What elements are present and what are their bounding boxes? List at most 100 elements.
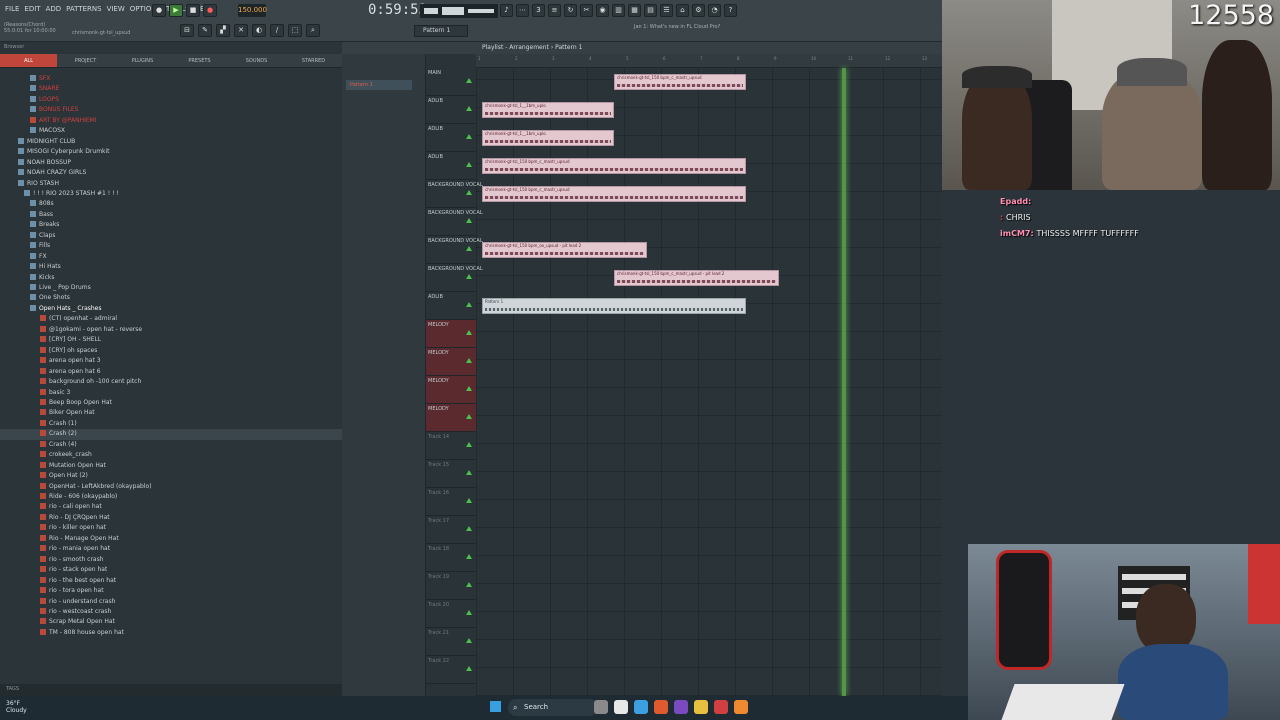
- track-mute-icon[interactable]: [466, 190, 472, 195]
- browser-item[interactable]: Claps: [30, 231, 55, 241]
- track-header[interactable]: ADLIB: [426, 152, 476, 180]
- track-mute-icon[interactable]: [466, 274, 472, 279]
- zoom-icon[interactable]: ⌕: [306, 24, 320, 37]
- browser-tab-project[interactable]: PROJECT: [57, 54, 114, 67]
- browser-item[interactable]: BONUS FILES: [30, 105, 79, 115]
- fl-studio-icon[interactable]: [734, 700, 748, 714]
- track-header[interactable]: Track 15: [426, 460, 476, 488]
- track-header[interactable]: ADLIB: [426, 124, 476, 152]
- browser-item[interactable]: MACOSX: [30, 126, 65, 136]
- stop-button[interactable]: ■: [186, 4, 200, 17]
- track-header[interactable]: BACKGROUND VOCAL: [426, 208, 483, 236]
- browser-item[interactable]: MISOGI Cyberpunk Drumkit: [18, 147, 110, 157]
- metronome-icon[interactable]: ♪: [500, 4, 513, 17]
- track-mute-icon[interactable]: [466, 470, 472, 475]
- audio-clip[interactable]: chrismonk-gt-tsl_150 bpm_c_mastr_upsud: [482, 186, 746, 202]
- browser-item[interactable]: ART BY @PANHIEMI: [30, 116, 97, 126]
- browser-item[interactable]: arena open hat 6: [40, 367, 101, 377]
- track-header[interactable]: Track 20: [426, 600, 476, 628]
- track-mute-icon[interactable]: [466, 162, 472, 167]
- mixer-icon[interactable]: ▥: [612, 4, 625, 17]
- track-header[interactable]: BACKGROUND VOCAL: [426, 264, 483, 292]
- track-header[interactable]: MELODY: [426, 376, 476, 404]
- menu-add[interactable]: ADD: [45, 4, 63, 18]
- track-mute-icon[interactable]: [466, 442, 472, 447]
- track-mute-icon[interactable]: [466, 610, 472, 615]
- track-mute-icon[interactable]: [466, 358, 472, 363]
- menu-file[interactable]: FILE: [4, 4, 20, 18]
- track-mute-icon[interactable]: [466, 330, 472, 335]
- track-header[interactable]: BACKGROUND VOCAL: [426, 180, 483, 208]
- browser-item[interactable]: Crash (4): [40, 440, 77, 450]
- browser-item[interactable]: rio - understand crash: [40, 597, 115, 607]
- browser-item[interactable]: rio - mania open hat: [40, 544, 110, 554]
- delete-icon[interactable]: ✕: [234, 24, 248, 37]
- track-mute-icon[interactable]: [466, 246, 472, 251]
- track-header[interactable]: ADLIB: [426, 292, 476, 320]
- track-header[interactable]: MELODY: [426, 320, 476, 348]
- news-panel[interactable]: Jan 1: What's new in FL Cloud Pro?: [634, 24, 720, 30]
- taskbar-search[interactable]: Search: [508, 699, 598, 716]
- paint-icon[interactable]: ▞: [216, 24, 230, 37]
- browser-item[interactable]: Rio - Manage Open Hat: [40, 534, 119, 544]
- menu-patterns[interactable]: PATTERNS: [65, 4, 102, 18]
- track-header[interactable]: BACKGROUND VOCAL: [426, 236, 483, 264]
- explorer-icon[interactable]: [694, 700, 708, 714]
- piano-roll-icon[interactable]: ▤: [644, 4, 657, 17]
- track-mute-icon[interactable]: [466, 134, 472, 139]
- wait-icon[interactable]: ⋯: [516, 4, 529, 17]
- select-icon[interactable]: ⬚: [288, 24, 302, 37]
- chrome-icon[interactable]: [654, 700, 668, 714]
- browser-item[interactable]: rio - cali open hat: [40, 502, 102, 512]
- browser-item[interactable]: TM - 808 house open hat: [40, 628, 124, 638]
- track-header[interactable]: Track 14: [426, 432, 476, 460]
- track-mute-icon[interactable]: [466, 414, 472, 419]
- browser-item[interactable]: crokeek_crash: [40, 450, 92, 460]
- track-header[interactable]: Track 16: [426, 488, 476, 516]
- browser-item[interactable]: Ride - 606 (okaypablo): [40, 492, 117, 502]
- browser-item[interactable]: SFX: [30, 74, 50, 84]
- browser-item[interactable]: Crash (1): [40, 419, 77, 429]
- weather-widget[interactable]: 36°F Cloudy: [6, 700, 27, 714]
- browser-footer[interactable]: TAGS: [0, 684, 342, 696]
- cpu-icon[interactable]: ◔: [708, 4, 721, 17]
- track-header[interactable]: MELODY: [426, 404, 476, 432]
- browser-item[interactable]: NOAH CRAZY GIRLS: [18, 168, 86, 178]
- play-button[interactable]: ▶: [169, 4, 183, 17]
- browser-item[interactable]: Kicks: [30, 273, 55, 283]
- browser-item[interactable]: Crash (2): [40, 429, 77, 439]
- track-mute-icon[interactable]: [466, 666, 472, 671]
- browser-item[interactable]: background oh -100 cent pitch: [40, 377, 141, 387]
- browser-item[interactable]: OpenHat - LeftAkbred (okaypablo): [40, 482, 152, 492]
- browser-item[interactable]: Open Hats _ Crashes: [30, 304, 102, 314]
- browser-tab-plugins[interactable]: PLUGINS: [114, 54, 171, 67]
- track-header[interactable]: MAIN: [426, 68, 476, 96]
- audio-clip[interactable]: chrismonk-gt-tsl_150 bpm_c_mastr_upsud: [614, 74, 746, 90]
- help-icon[interactable]: ?: [724, 4, 737, 17]
- track-mute-icon[interactable]: [466, 554, 472, 559]
- audio-clip[interactable]: chrismonk-gt-tsl_150 bpm_c_mastr_upsud: [482, 158, 746, 174]
- plugin-icon[interactable]: ⚙: [692, 4, 705, 17]
- blend-icon[interactable]: ≡: [548, 4, 561, 17]
- loop-icon[interactable]: ↻: [564, 4, 577, 17]
- browser-item[interactable]: Open Hat (2): [40, 471, 88, 481]
- browser-item[interactable]: LOOPS: [30, 95, 59, 105]
- browser-item[interactable]: rio - westcoast crash: [40, 607, 111, 617]
- track-header[interactable]: MELODY: [426, 348, 476, 376]
- menu-view[interactable]: VIEW: [106, 4, 126, 18]
- browser-item[interactable]: (CT) openhat - admiral: [40, 314, 117, 324]
- browser-item[interactable]: rio - tora open hat: [40, 586, 104, 596]
- playlist-title[interactable]: Playlist - Arrangement › Pattern 1: [342, 42, 942, 54]
- track-mute-icon[interactable]: [466, 78, 472, 83]
- browser-item[interactable]: One Shots: [30, 293, 70, 303]
- browser-tab-sounds[interactable]: SOUNDS: [228, 54, 285, 67]
- app-icon[interactable]: [674, 700, 688, 714]
- browser-item[interactable]: Live _ Pop Drums: [30, 283, 91, 293]
- audio-clip[interactable]: chrismonk-gt-tsl_150 bpm_ox_upsud - pit …: [482, 242, 647, 258]
- windows-start-icon[interactable]: [490, 701, 501, 712]
- audio-clip[interactable]: chrismonk-gt-tsl_150 bpm_c_mastr_upsud -…: [614, 270, 779, 286]
- browser-item[interactable]: Biker Open Hat: [40, 408, 95, 418]
- track-header[interactable]: Track 21: [426, 628, 476, 656]
- track-mute-icon[interactable]: [466, 302, 472, 307]
- browser-tab-starred[interactable]: STARRED: [285, 54, 342, 67]
